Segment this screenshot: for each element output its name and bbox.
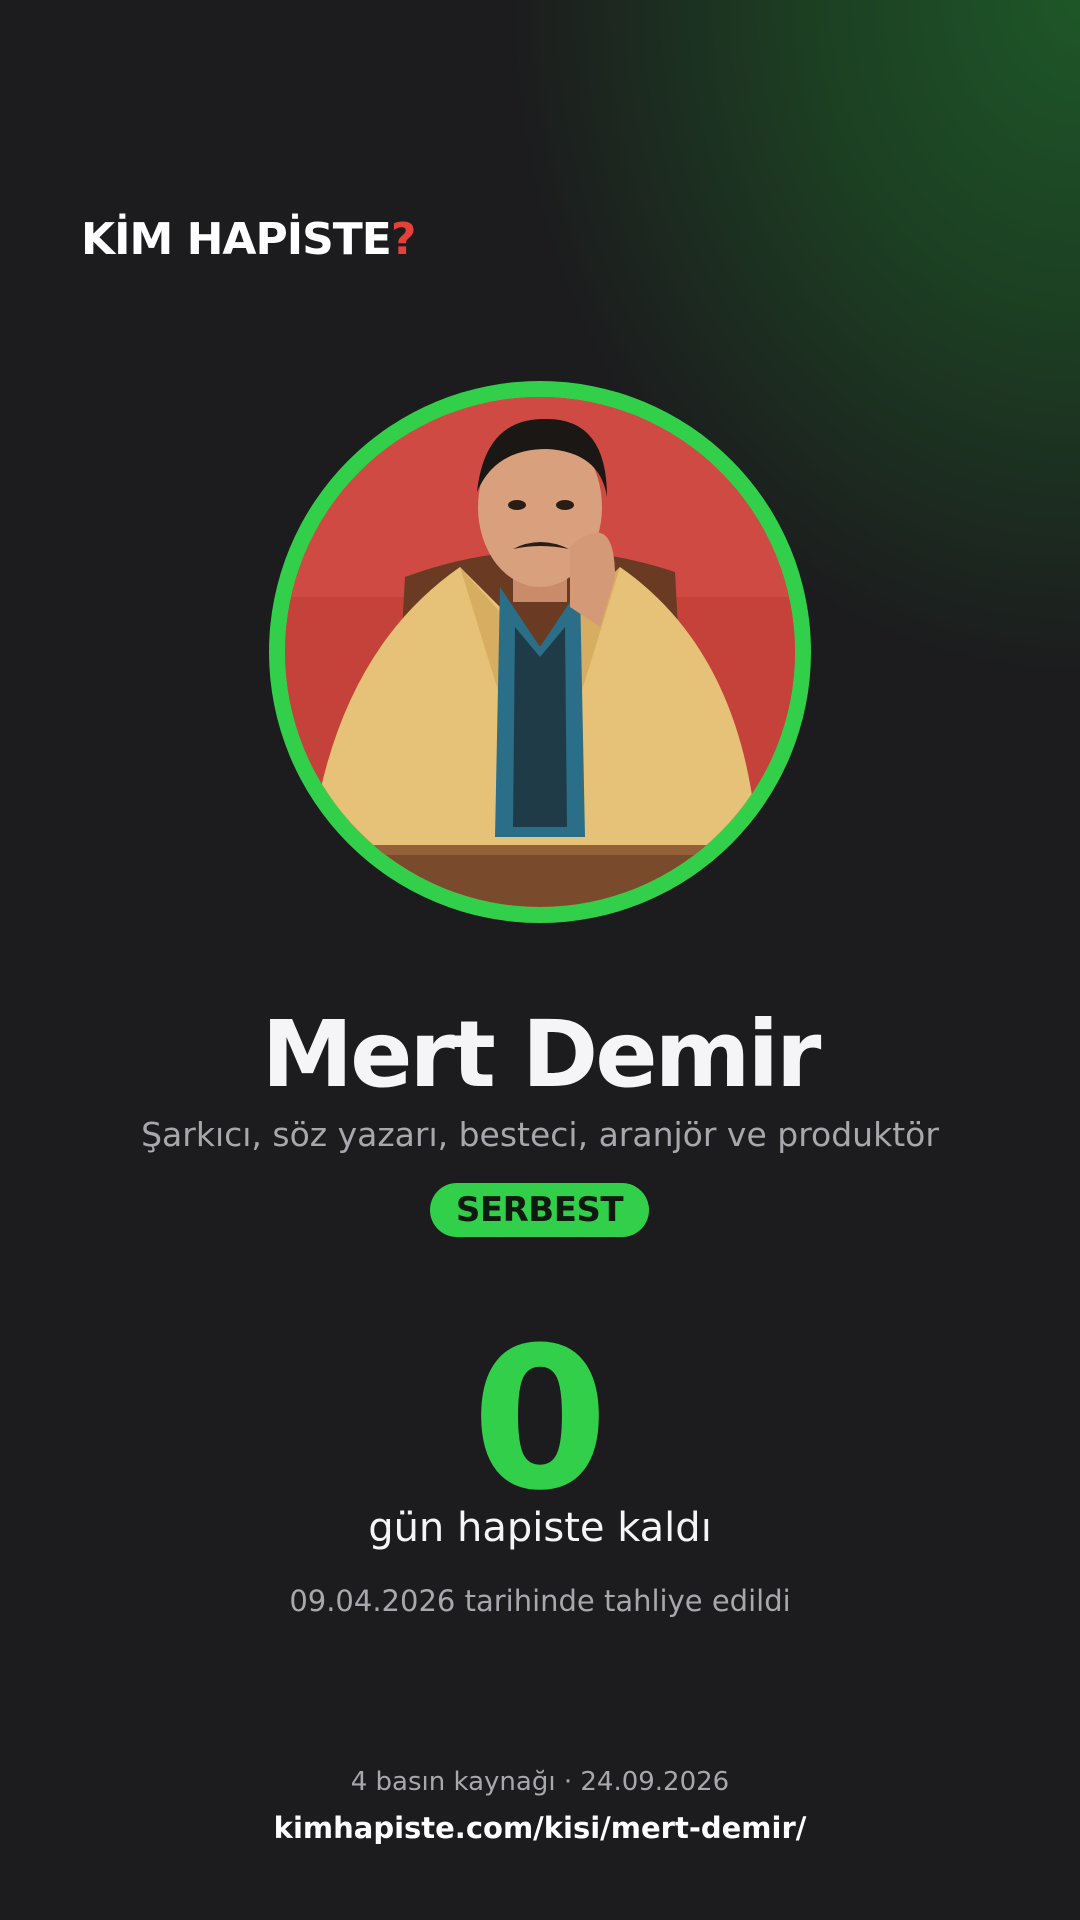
person-occupation: Şarkıcı, söz yazarı, besteci, aranjör ve…: [141, 1115, 939, 1154]
sources-line: 4 basın kaynağı · 24.09.2026: [350, 1767, 730, 1797]
share-card: KİM HAPİSTE? Mert Demir Şarkıcı, söz yaz…: [0, 0, 1080, 1920]
person-name: Mert Demir: [261, 1001, 822, 1108]
status-badge: SERBEST: [430, 1183, 649, 1237]
days-count: 0: [471, 1306, 609, 1534]
avatar-ring: [269, 381, 811, 923]
avatar: [285, 397, 795, 907]
logo-text: KİM HAPİSTE: [81, 214, 392, 265]
release-date-text: 09.04.2026 tarihinde tahliye edildi: [289, 1584, 791, 1618]
profile-url[interactable]: kimhapiste.com/kisi/mert-demir/: [0, 1806, 1080, 1850]
profile-photo: [285, 397, 795, 907]
days-label: gün hapiste kaldı: [368, 1505, 712, 1551]
logo-question-mark: ?: [390, 214, 417, 265]
site-logo[interactable]: KİM HAPİSTE?: [81, 210, 417, 270]
